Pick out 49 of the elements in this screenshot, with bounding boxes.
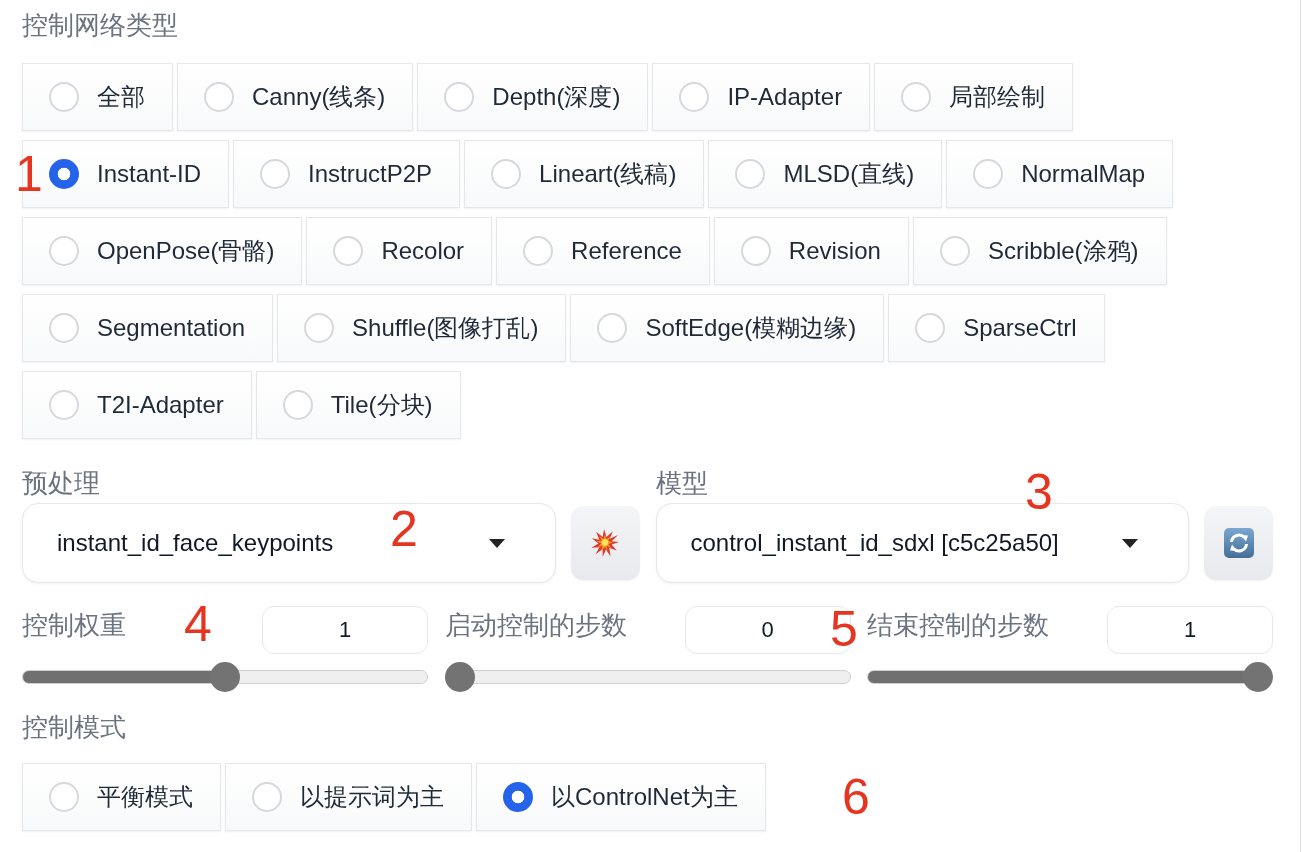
radio-option[interactable]: Canny(线条) <box>177 63 414 131</box>
slider-label: 控制权重 <box>22 609 126 642</box>
radio-option[interactable]: 以提示词为主 <box>225 763 472 831</box>
slider-thumb[interactable] <box>444 662 475 692</box>
slider-track[interactable] <box>867 662 1273 692</box>
slider-track[interactable] <box>22 662 428 692</box>
radio-option[interactable]: 局部绘制 <box>874 63 1074 131</box>
annotation-number: 4 <box>184 599 212 649</box>
slider-track[interactable] <box>444 662 851 692</box>
radio-button[interactable] <box>503 782 533 812</box>
explosion-button[interactable] <box>570 506 640 580</box>
annotation-number: 6 <box>842 772 870 822</box>
radio-option[interactable]: Recolor <box>306 217 493 285</box>
refresh-icon <box>1223 528 1254 558</box>
radio-option[interactable]: SoftEdge(模糊边缘) <box>570 294 885 362</box>
radio-option[interactable]: Revision <box>713 217 909 285</box>
radio-option[interactable]: Segmentation <box>22 294 274 362</box>
radio-option[interactable]: Depth(深度) <box>417 63 649 131</box>
radio-option[interactable]: MLSD(直线) <box>708 140 943 208</box>
radio-option[interactable]: InstructP2P <box>233 140 461 208</box>
radio-option[interactable]: Scribble(涂鸦) <box>912 217 1167 285</box>
radio-option[interactable]: 平衡模式 <box>22 763 221 831</box>
radio-option[interactable]: Tile(分块) <box>255 371 461 439</box>
radio-option[interactable]: 全部 <box>22 63 173 131</box>
radio-option[interactable]: OpenPose(骨骼) <box>22 217 303 285</box>
section-label: 预处理 <box>22 467 100 500</box>
radio-option[interactable]: Shuffle(图像打乱) <box>277 294 567 362</box>
caret-icon <box>488 538 505 548</box>
number-input[interactable]: 1 <box>262 606 428 654</box>
caret-icon <box>1122 538 1138 548</box>
radio-option[interactable]: T2I-Adapter <box>22 371 252 439</box>
section-label: 控制模式 <box>22 711 126 744</box>
refresh-button[interactable] <box>1204 506 1273 580</box>
slider-thumb[interactable] <box>1243 662 1273 692</box>
radio-option[interactable]: Lineart(线稿) <box>464 140 705 208</box>
slider-thumb[interactable] <box>210 662 240 692</box>
radio-button[interactable] <box>49 159 79 189</box>
slider-label: 启动控制的步数 <box>444 609 627 642</box>
radio-option[interactable]: SparseCtrl <box>888 294 1105 362</box>
number-input[interactable]: 1 <box>1107 606 1273 654</box>
annotation-number: 2 <box>390 504 418 554</box>
section-label: 模型 <box>655 467 708 500</box>
radio-option[interactable]: Reference <box>496 217 710 285</box>
radio-option[interactable]: IP-Adapter <box>652 63 871 131</box>
radio-option[interactable]: 以ControlNet为主 <box>476 763 766 831</box>
section-label: 控制网络类型 <box>22 9 178 42</box>
explosion-icon <box>590 528 620 558</box>
slider-label: 结束控制的步数 <box>867 609 1049 642</box>
radio-option[interactable]: NormalMap <box>946 140 1174 208</box>
